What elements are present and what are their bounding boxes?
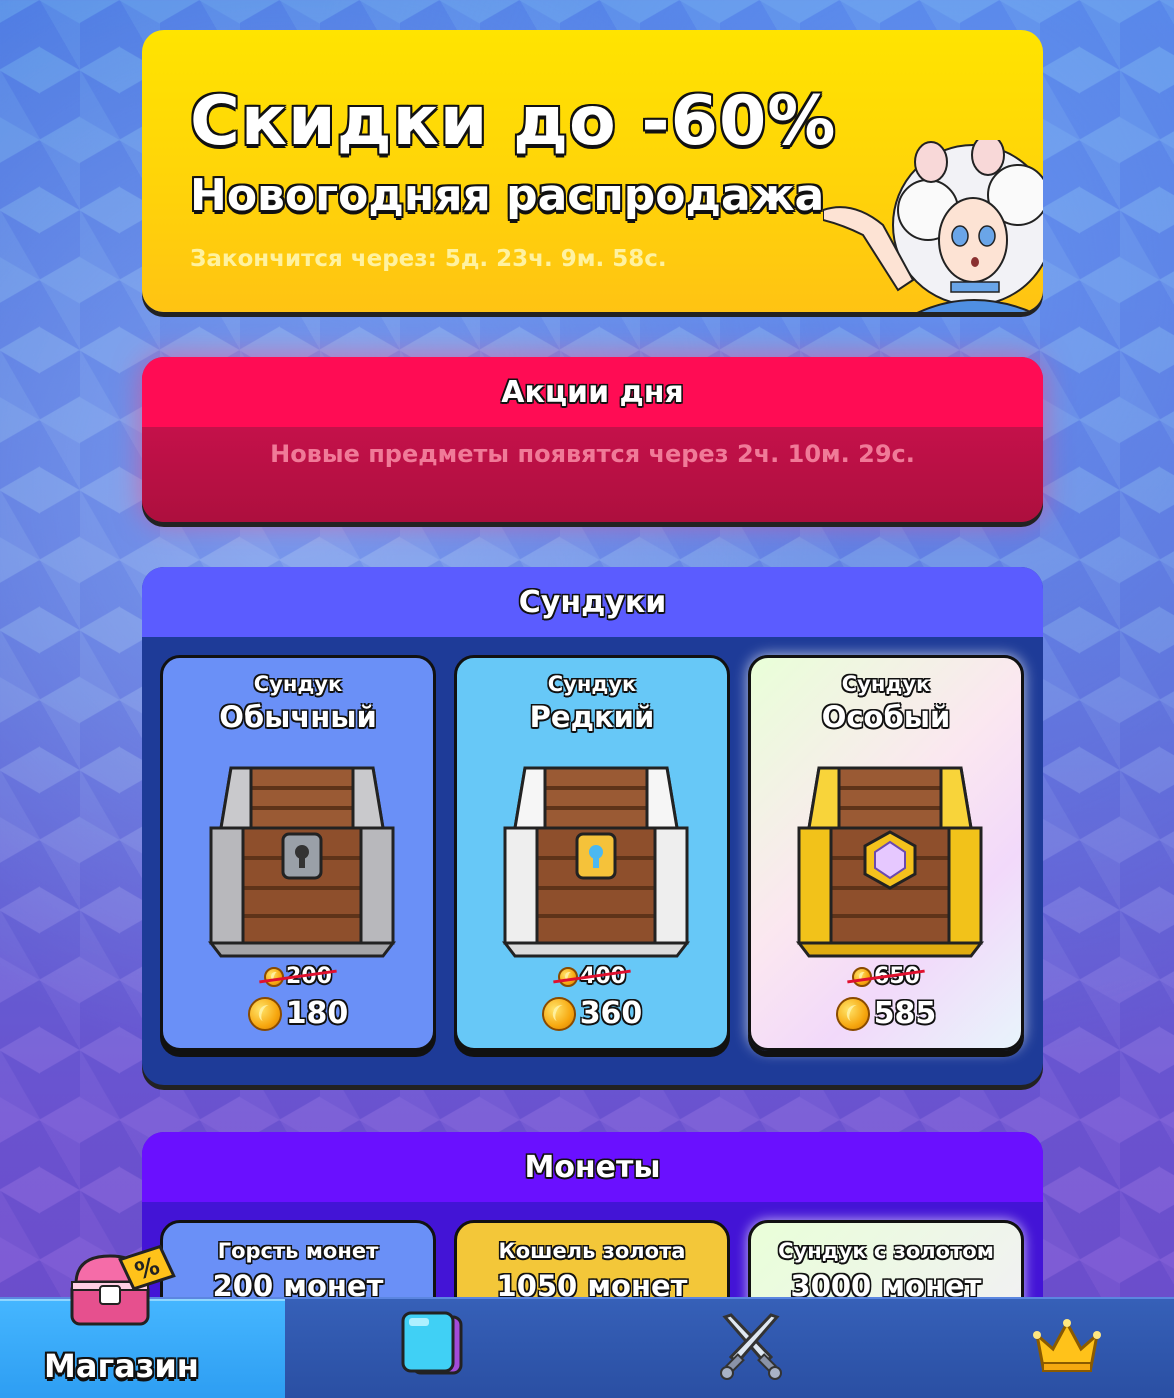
character-illustration — [823, 140, 1043, 312]
chest-card-common[interactable]: Сундук Обычный 200 180 — [160, 655, 436, 1051]
chest-price-button[interactable]: 360 — [457, 996, 727, 1031]
coin-icon — [247, 996, 282, 1031]
nav-tab-label: Магазин — [44, 1347, 199, 1385]
chests-section: Сундуки Сундук Обычный 200 180 Сундук Ре… — [142, 567, 1043, 1085]
special-chest-icon — [795, 766, 985, 958]
chests-title: Сундуки — [142, 567, 1043, 637]
banner-title: Скидки до -60% — [190, 82, 837, 161]
bottom-navigation: Магазин — [0, 1297, 1174, 1398]
crown-icon — [1033, 1319, 1101, 1372]
daily-deals-title: Акции дня — [142, 357, 1043, 427]
chest-rarity: Обычный — [219, 700, 377, 734]
chest-old-price: 650 — [751, 964, 1021, 989]
chest-kind: Сундук — [841, 672, 931, 696]
chest-card-special[interactable]: Сундук Особый 650 585 — [748, 655, 1024, 1051]
chest-old-price: 400 — [457, 964, 727, 989]
chest-price-button[interactable]: 180 — [163, 996, 433, 1031]
daily-deals-message: Новые предметы появятся через 2ч. 10м. 2… — [142, 427, 1043, 522]
nav-tab-cards[interactable] — [285, 1299, 570, 1398]
chest-kind: Сундук — [547, 672, 637, 696]
price-value: 180 — [285, 996, 349, 1031]
coins-title: Монеты — [142, 1132, 1043, 1202]
chest-card-rare[interactable]: Сундук Редкий 400 360 — [454, 655, 730, 1051]
coin-pack-name: Кошель золота — [498, 1239, 686, 1263]
coin-icon — [835, 996, 870, 1031]
chest-old-price: 200 — [163, 964, 433, 989]
daily-deals-section: Акции дня Новые предметы появятся через … — [142, 357, 1043, 522]
nav-tab-ranking[interactable] — [889, 1299, 1174, 1398]
chest-kind: Сундук — [253, 672, 343, 696]
chest-price-button[interactable]: 585 — [751, 996, 1021, 1031]
chest-rarity: Особый — [821, 700, 951, 734]
rare-chest-icon — [501, 766, 691, 958]
coin-icon — [541, 996, 576, 1031]
common-chest-icon — [207, 766, 397, 958]
nav-tab-battle[interactable] — [610, 1299, 895, 1398]
banner-subtitle: Новогодняя распродажа — [190, 170, 825, 221]
coin-pack-name: Сундук с золотом — [778, 1239, 994, 1263]
coin-pack-name: Горсть монет — [217, 1239, 379, 1263]
sale-banner[interactable]: Скидки до -60% Новогодняя распродажа Зак… — [142, 30, 1043, 312]
shop-chest-icon: % — [70, 1244, 176, 1326]
chest-rarity: Редкий — [529, 700, 655, 734]
cards-icon — [401, 1311, 463, 1375]
price-value: 585 — [873, 996, 937, 1031]
crossed-swords-icon — [720, 1313, 782, 1380]
price-value: 360 — [579, 996, 643, 1031]
banner-timer: Закончится через: 5д. 23ч. 9м. 58с. — [190, 246, 667, 272]
